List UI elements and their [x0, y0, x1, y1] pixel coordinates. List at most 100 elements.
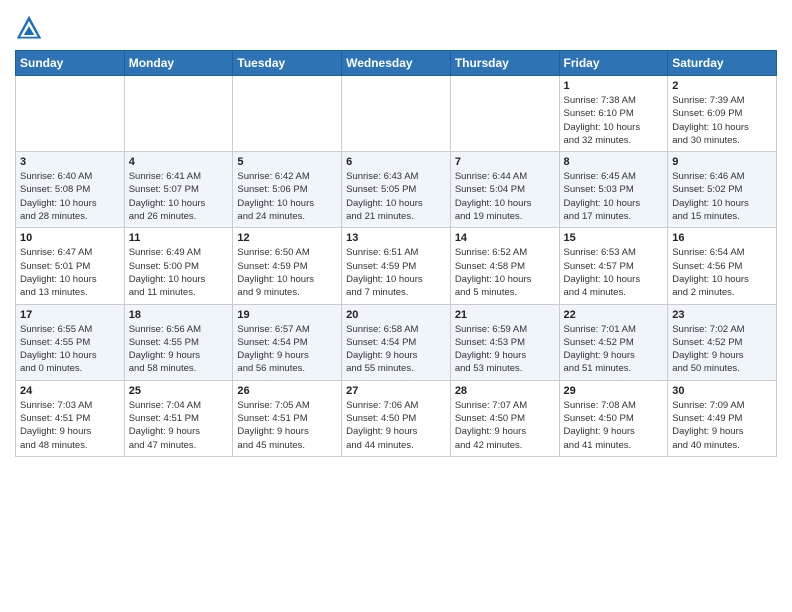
calendar-cell: 10Sunrise: 6:47 AM Sunset: 5:01 PM Dayli… — [16, 228, 125, 304]
day-info: Sunrise: 6:58 AM Sunset: 4:54 PM Dayligh… — [346, 323, 446, 376]
day-number: 13 — [346, 232, 446, 244]
calendar-cell: 21 Sunrise: 6:59 AM Sunset: 4:53 PM Dayli… — [450, 304, 559, 380]
weekday-header-friday: Friday — [559, 51, 668, 76]
calendar-cell: 30 Sunrise: 7:09 AM Sunset: 4:49 PM Dayli… — [668, 380, 777, 456]
day-number: 23 — [672, 309, 772, 321]
day-info: Sunrise: 6:52 AM Sunset: 4:58 PM Dayligh… — [455, 246, 555, 299]
calendar-cell: 12Sunrise: 6:50 AM Sunset: 4:59 PM Dayli… — [233, 228, 342, 304]
day-number: 30 — [672, 385, 772, 397]
day-number: 14 — [455, 232, 555, 244]
calendar-cell: 6 Sunrise: 6:43 AM Sunset: 5:05 PM Daylig… — [342, 152, 451, 228]
day-number: 11 — [129, 232, 229, 244]
day-info: Sunrise: 7:05 AM Sunset: 4:51 PM Dayligh… — [237, 399, 337, 452]
day-info: Sunrise: 7:04 AM Sunset: 4:51 PM Dayligh… — [129, 399, 229, 452]
calendar-cell: 16Sunrise: 6:54 AM Sunset: 4:56 PM Dayli… — [668, 228, 777, 304]
calendar-cell — [233, 76, 342, 152]
calendar-cell: 27Sunrise: 7:06 AM Sunset: 4:50 PM Dayli… — [342, 380, 451, 456]
day-info: Sunrise: 6:59 AM Sunset: 4:53 PM Dayligh… — [455, 323, 555, 376]
day-number: 4 — [129, 156, 229, 168]
day-info: Sunrise: 7:08 AM Sunset: 4:50 PM Dayligh… — [564, 399, 664, 452]
calendar-cell: 4 Sunrise: 6:41 AM Sunset: 5:07 PM Daylig… — [124, 152, 233, 228]
week-row-1: 1 Sunrise: 7:38 AM Sunset: 6:10 PM Daylig… — [16, 76, 777, 152]
calendar-cell: 15 Sunrise: 6:53 AM Sunset: 4:57 PM Dayli… — [559, 228, 668, 304]
day-info: Sunrise: 7:39 AM Sunset: 6:09 PM Dayligh… — [672, 94, 772, 147]
calendar-cell: 24 Sunrise: 7:03 AM Sunset: 4:51 PM Dayli… — [16, 380, 125, 456]
page: SundayMondayTuesdayWednesdayThursdayFrid… — [0, 0, 792, 612]
calendar-cell: 3 Sunrise: 6:40 AM Sunset: 5:08 PM Daylig… — [16, 152, 125, 228]
day-info: Sunrise: 7:03 AM Sunset: 4:51 PM Dayligh… — [20, 399, 120, 452]
day-info: Sunrise: 6:43 AM Sunset: 5:05 PM Dayligh… — [346, 170, 446, 223]
calendar-cell: 2 Sunrise: 7:39 AM Sunset: 6:09 PM Daylig… — [668, 76, 777, 152]
day-number: 18 — [129, 309, 229, 321]
calendar-cell: 19 Sunrise: 6:57 AM Sunset: 4:54 PM Dayli… — [233, 304, 342, 380]
calendar-cell: 5 Sunrise: 6:42 AM Sunset: 5:06 PM Daylig… — [233, 152, 342, 228]
calendar-cell — [450, 76, 559, 152]
day-number: 1 — [564, 80, 664, 92]
calendar-cell: 9Sunrise: 6:46 AM Sunset: 5:02 PM Daylig… — [668, 152, 777, 228]
calendar-cell: 20 Sunrise: 6:58 AM Sunset: 4:54 PM Dayli… — [342, 304, 451, 380]
calendar-cell: 22Sunrise: 7:01 AM Sunset: 4:52 PM Dayli… — [559, 304, 668, 380]
calendar-table: SundayMondayTuesdayWednesdayThursdayFrid… — [15, 50, 777, 457]
day-number: 27 — [346, 385, 446, 397]
calendar-cell: 11 Sunrise: 6:49 AM Sunset: 5:00 PM Dayli… — [124, 228, 233, 304]
calendar-cell: 8Sunrise: 6:45 AM Sunset: 5:03 PM Daylig… — [559, 152, 668, 228]
week-row-4: 17Sunrise: 6:55 AM Sunset: 4:55 PM Dayli… — [16, 304, 777, 380]
weekday-header-sunday: Sunday — [16, 51, 125, 76]
day-info: Sunrise: 6:49 AM Sunset: 5:00 PM Dayligh… — [129, 246, 229, 299]
day-number: 22 — [564, 309, 664, 321]
calendar-cell: 25 Sunrise: 7:04 AM Sunset: 4:51 PM Dayli… — [124, 380, 233, 456]
header — [15, 10, 777, 42]
calendar-cell: 23 Sunrise: 7:02 AM Sunset: 4:52 PM Dayli… — [668, 304, 777, 380]
week-row-2: 3 Sunrise: 6:40 AM Sunset: 5:08 PM Daylig… — [16, 152, 777, 228]
week-row-5: 24 Sunrise: 7:03 AM Sunset: 4:51 PM Dayli… — [16, 380, 777, 456]
day-number: 3 — [20, 156, 120, 168]
day-number: 6 — [346, 156, 446, 168]
day-number: 29 — [564, 385, 664, 397]
day-info: Sunrise: 7:09 AM Sunset: 4:49 PM Dayligh… — [672, 399, 772, 452]
week-row-3: 10Sunrise: 6:47 AM Sunset: 5:01 PM Dayli… — [16, 228, 777, 304]
day-number: 25 — [129, 385, 229, 397]
calendar-cell: 29 Sunrise: 7:08 AM Sunset: 4:50 PM Dayli… — [559, 380, 668, 456]
day-number: 8 — [564, 156, 664, 168]
calendar-cell — [124, 76, 233, 152]
day-number: 15 — [564, 232, 664, 244]
calendar-cell: 28 Sunrise: 7:07 AM Sunset: 4:50 PM Dayli… — [450, 380, 559, 456]
day-info: Sunrise: 7:07 AM Sunset: 4:50 PM Dayligh… — [455, 399, 555, 452]
calendar-cell: 13 Sunrise: 6:51 AM Sunset: 4:59 PM Dayli… — [342, 228, 451, 304]
calendar-cell: 18Sunrise: 6:56 AM Sunset: 4:55 PM Dayli… — [124, 304, 233, 380]
weekday-header-saturday: Saturday — [668, 51, 777, 76]
calendar-cell: 26 Sunrise: 7:05 AM Sunset: 4:51 PM Dayli… — [233, 380, 342, 456]
day-number: 26 — [237, 385, 337, 397]
logo — [15, 14, 45, 42]
day-number: 5 — [237, 156, 337, 168]
calendar-cell: 7Sunrise: 6:44 AM Sunset: 5:04 PM Daylig… — [450, 152, 559, 228]
day-number: 20 — [346, 309, 446, 321]
day-info: Sunrise: 7:02 AM Sunset: 4:52 PM Dayligh… — [672, 323, 772, 376]
calendar-cell — [16, 76, 125, 152]
logo-icon — [15, 14, 43, 42]
calendar-cell: 17Sunrise: 6:55 AM Sunset: 4:55 PM Dayli… — [16, 304, 125, 380]
day-info: Sunrise: 6:42 AM Sunset: 5:06 PM Dayligh… — [237, 170, 337, 223]
day-info: Sunrise: 6:47 AM Sunset: 5:01 PM Dayligh… — [20, 246, 120, 299]
day-info: Sunrise: 7:38 AM Sunset: 6:10 PM Dayligh… — [564, 94, 664, 147]
day-number: 12 — [237, 232, 337, 244]
day-number: 17 — [20, 309, 120, 321]
day-info: Sunrise: 6:41 AM Sunset: 5:07 PM Dayligh… — [129, 170, 229, 223]
day-info: Sunrise: 6:53 AM Sunset: 4:57 PM Dayligh… — [564, 246, 664, 299]
day-info: Sunrise: 6:40 AM Sunset: 5:08 PM Dayligh… — [20, 170, 120, 223]
weekday-header-tuesday: Tuesday — [233, 51, 342, 76]
day-number: 9 — [672, 156, 772, 168]
day-number: 7 — [455, 156, 555, 168]
day-info: Sunrise: 6:54 AM Sunset: 4:56 PM Dayligh… — [672, 246, 772, 299]
weekday-header-thursday: Thursday — [450, 51, 559, 76]
day-info: Sunrise: 6:51 AM Sunset: 4:59 PM Dayligh… — [346, 246, 446, 299]
day-number: 28 — [455, 385, 555, 397]
weekday-header-monday: Monday — [124, 51, 233, 76]
day-number: 19 — [237, 309, 337, 321]
day-info: Sunrise: 6:57 AM Sunset: 4:54 PM Dayligh… — [237, 323, 337, 376]
weekday-header-wednesday: Wednesday — [342, 51, 451, 76]
day-number: 21 — [455, 309, 555, 321]
day-number: 24 — [20, 385, 120, 397]
day-number: 2 — [672, 80, 772, 92]
calendar-cell — [342, 76, 451, 152]
